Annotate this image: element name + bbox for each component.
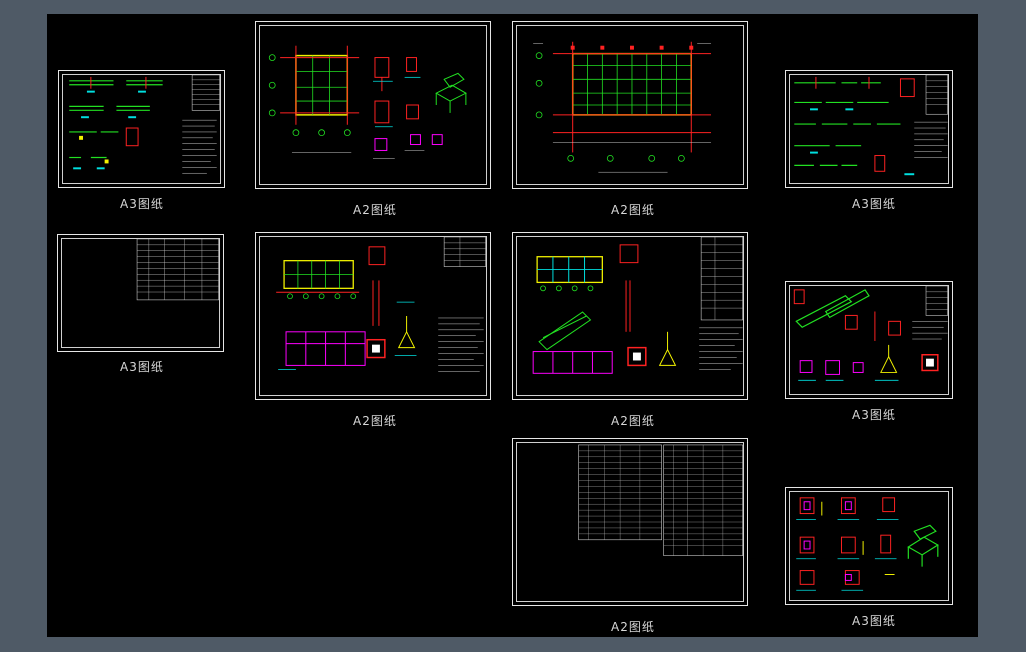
sheet-a3-1-drawing — [69, 74, 220, 174]
sheet-a3-5-drawing — [796, 497, 939, 591]
sheet-a2-3[interactable] — [255, 232, 491, 400]
sheet-a3-1-label: A3图纸 — [120, 197, 164, 211]
sheet-a2-3-label: A2图纸 — [353, 414, 397, 428]
sheet-a2-4-label: A2图纸 — [611, 414, 655, 428]
sheet-a2-3-drawing — [276, 236, 486, 372]
sheet-a3-5-label: A3图纸 — [852, 614, 896, 628]
sheet-a3-5[interactable] — [785, 487, 953, 605]
sheet-a3-4-drawing — [793, 285, 948, 381]
sheet-a2-4[interactable] — [512, 232, 748, 400]
sheet-a2-2-drawing — [533, 41, 712, 173]
sheet-a2-1-drawing — [268, 45, 467, 159]
sheet-a2-5[interactable] — [512, 438, 748, 606]
sheet-a3-3-drawing — [136, 238, 219, 301]
sheet-a2-2-label: A2图纸 — [611, 203, 655, 217]
sheet-a2-5-drawing — [578, 444, 743, 556]
sheet-a3-2[interactable] — [785, 70, 953, 188]
sheet-a2-1-label: A2图纸 — [353, 203, 397, 217]
sheet-a3-4[interactable] — [785, 281, 953, 399]
sheet-a3-3-label: A3图纸 — [120, 360, 164, 374]
sheet-a3-4-label: A3图纸 — [852, 408, 896, 422]
sheet-a3-2-drawing — [794, 74, 948, 176]
sheet-a2-4-drawing — [532, 236, 743, 374]
drawing-canvas[interactable]: A3图纸 A2图纸 A2图纸 A3图纸 A3图纸 A2图纸 A2图纸 A3图纸 … — [47, 14, 978, 637]
sheet-a2-2[interactable] — [512, 21, 748, 189]
sheet-a3-1[interactable] — [58, 70, 225, 188]
sheet-a3-2-label: A3图纸 — [852, 197, 896, 211]
sheet-a2-5-label: A2图纸 — [611, 620, 655, 634]
sheet-a3-3[interactable] — [57, 234, 224, 352]
sheet-a2-1[interactable] — [255, 21, 491, 189]
